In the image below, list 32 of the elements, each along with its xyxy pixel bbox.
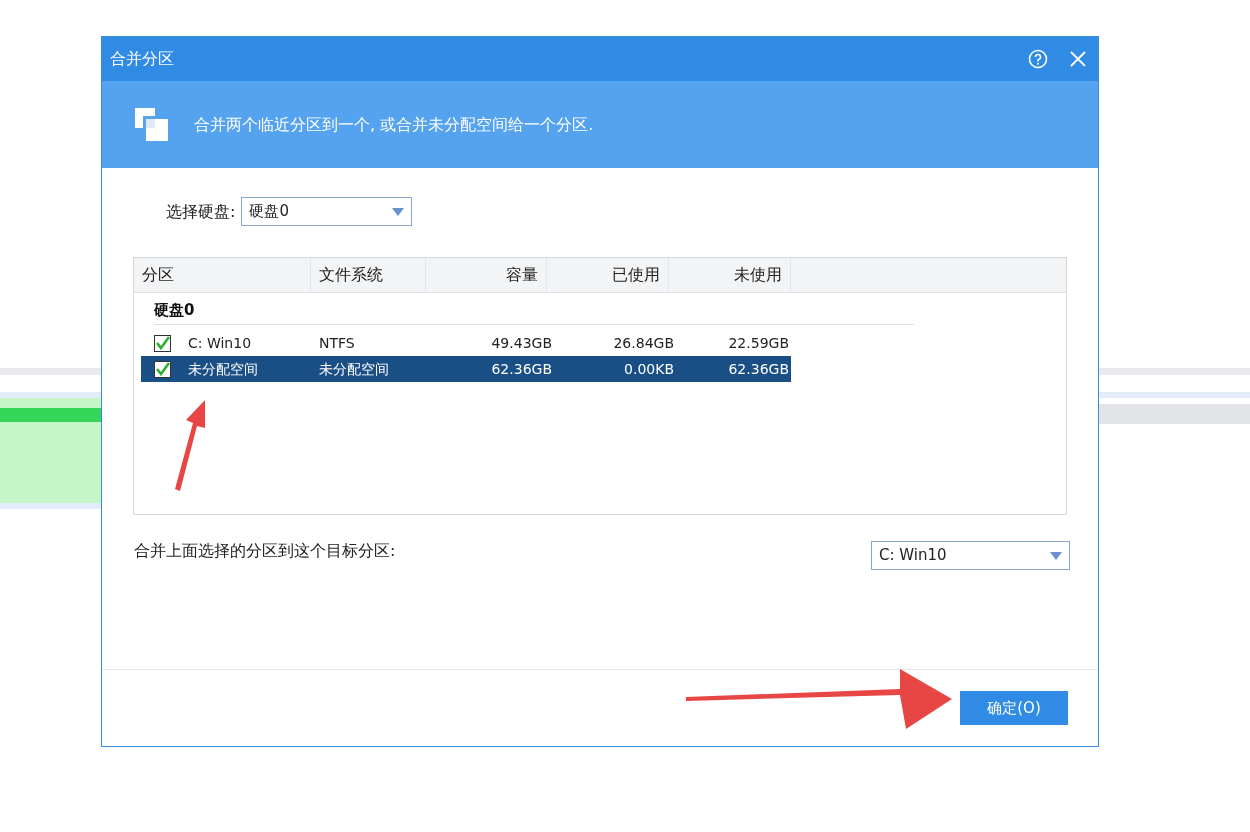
target-dropdown[interactable]: C: Win10 (871, 541, 1070, 570)
table-cell-text: 22.59GB (727, 333, 790, 353)
merge-icon (134, 106, 170, 143)
column-header[interactable]: 容量 (426, 258, 547, 292)
table-row[interactable]: 未分配空间 未分配空间 62.36GB 0.00KB 62.36GB (141, 356, 791, 382)
description-text: 合并两个临近分区到一个, 或合并未分配空间给一个分区. (194, 113, 594, 136)
disk-dropdown[interactable]: 硬盘0 (241, 197, 413, 226)
window-title: 合并分区 (110, 48, 175, 70)
table-cell-text: 未分配空间 (187, 359, 259, 379)
column-header[interactable]: 分区 (134, 258, 311, 292)
table-row[interactable]: C: Win10 NTFS 49.43GB 26.84GB 22.59GB (141, 330, 791, 356)
checkbox[interactable] (154, 334, 171, 352)
table-cell-text: 0.00KB (623, 359, 675, 379)
table-cell-text: 62.36GB (490, 359, 553, 379)
table-cell-text: 26.84GB (612, 333, 675, 353)
table-cell-text: C: Win10 (187, 333, 253, 353)
table-cell-text: NTFS (318, 333, 356, 353)
table-cell-text: 62.36GB (727, 359, 790, 379)
target-label: 合并上面选择的分区到这个目标分区: (134, 540, 397, 562)
table-cell-text: 未分配空间 (318, 359, 390, 379)
checkbox[interactable] (154, 360, 171, 378)
column-header[interactable]: 文件系统 (311, 258, 426, 292)
dropdown-arrow-icon (1050, 551, 1062, 560)
group-label: 硬盘0 (154, 300, 195, 322)
table-cell-text: 49.43GB (490, 333, 553, 353)
close-icon[interactable] (1070, 51, 1086, 67)
disk-label: 选择硬盘: (166, 200, 236, 223)
ok-button[interactable]: 确定(O) (960, 691, 1068, 725)
column-header[interactable]: 已使用 (547, 258, 669, 292)
dropdown-arrow-icon (392, 207, 405, 216)
help-icon[interactable] (1028, 49, 1048, 69)
column-header[interactable]: 未使用 (669, 258, 791, 292)
